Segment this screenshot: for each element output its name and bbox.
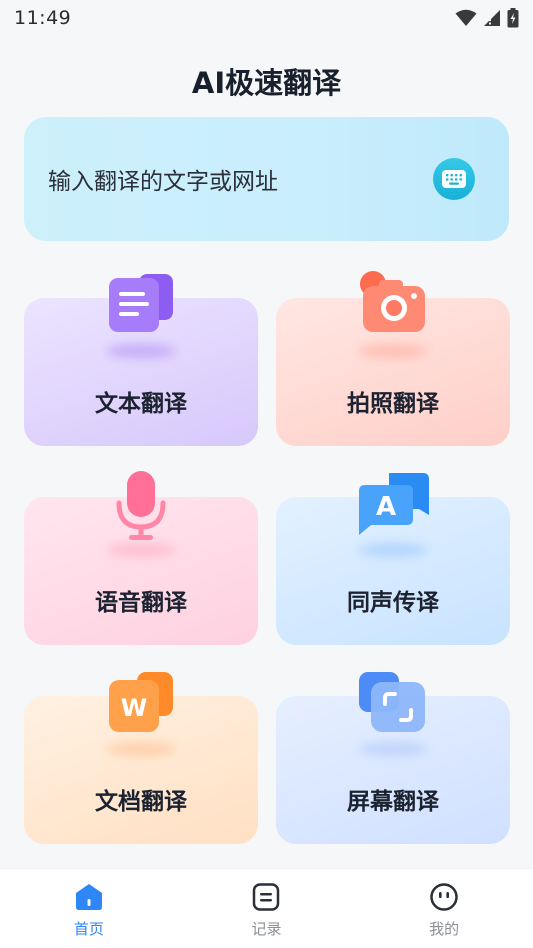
tile-label: 屏幕翻译: [347, 789, 439, 815]
record-icon: [253, 883, 280, 911]
status-icons: [455, 8, 519, 28]
text-translate-tile[interactable]: 文本翻译: [24, 274, 258, 446]
wifi-icon: [455, 9, 477, 26]
status-time: 11:49: [14, 7, 72, 29]
svg-text:W: W: [121, 694, 147, 722]
tile-label: 同声传译: [347, 590, 439, 616]
tab-label: 我的: [429, 920, 460, 938]
battery-icon: [507, 8, 519, 28]
profile-face-icon: [430, 883, 458, 911]
tab-records[interactable]: 记录: [206, 869, 326, 948]
tile-label: 语音翻译: [95, 590, 187, 616]
page-title: AI极速翻译: [191, 66, 342, 100]
tab-home[interactable]: 首页: [29, 869, 149, 948]
microphone-icon: [116, 471, 166, 540]
tile-label: 拍照翻译: [347, 391, 439, 417]
tab-label: 首页: [73, 920, 104, 938]
translate-input-placeholder[interactable]: 输入翻译的文字或网址: [48, 162, 278, 196]
document-translate-tile[interactable]: W 文档翻译: [24, 672, 258, 844]
screen-capture-icon: [359, 672, 425, 732]
tab-label: 记录: [251, 920, 282, 938]
photo-translate-tile[interactable]: 拍照翻译: [276, 271, 510, 446]
tab-mine[interactable]: 我的: [384, 869, 504, 948]
home-icon: [75, 884, 102, 910]
keyboard-button[interactable]: [433, 158, 475, 200]
simultaneous-translate-tile[interactable]: A 同声传译: [276, 473, 510, 645]
tile-label: 文本翻译: [95, 391, 187, 417]
svg-text:A: A: [376, 492, 396, 522]
word-document-icon: W: [109, 672, 173, 732]
tile-label: 文档翻译: [95, 789, 187, 815]
translate-input-card[interactable]: 输入翻译的文字或网址: [24, 117, 509, 241]
signal-icon: [484, 10, 500, 26]
speech-bubble-a-icon: A: [359, 473, 429, 535]
status-bar: 11:49: [0, 0, 533, 36]
text-document-icon: [109, 274, 173, 332]
voice-translate-tile[interactable]: 语音翻译: [24, 471, 258, 645]
bottom-tab-bar: 首页 记录 我的: [0, 868, 533, 948]
camera-icon: [360, 271, 425, 332]
screen-translate-tile[interactable]: 屏幕翻译: [276, 672, 510, 844]
keyboard-icon: [442, 170, 466, 188]
